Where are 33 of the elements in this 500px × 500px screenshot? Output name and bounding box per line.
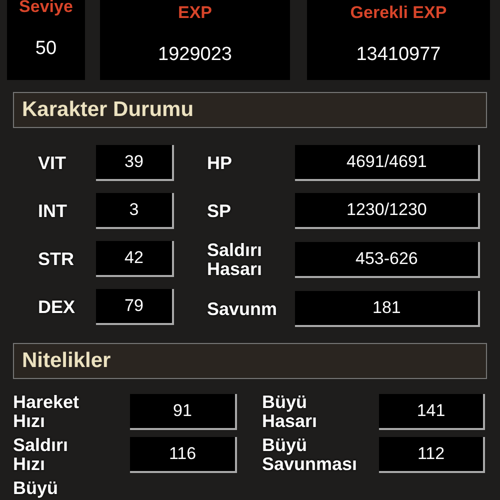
stat-label: DEX bbox=[37, 298, 76, 316]
stat-value: 4691/4691 bbox=[295, 145, 480, 181]
section-title: Karakter Durumu bbox=[22, 97, 194, 124]
attribute-label: Büyü Savunması bbox=[261, 436, 358, 474]
section-title: Nitelikler bbox=[22, 348, 111, 374]
attribute-label: Büyü bbox=[12, 479, 59, 498]
stat-label: INT bbox=[37, 202, 68, 220]
stat-value: 1230/1230 bbox=[295, 193, 480, 229]
stat-value: 39 bbox=[96, 145, 174, 181]
attribute-label: Hareket Hızı bbox=[12, 393, 80, 431]
stat-value: 181 bbox=[295, 291, 480, 327]
stat-value: 453-626 bbox=[295, 242, 480, 278]
attribute-label: Saldırı Hızı bbox=[12, 436, 70, 474]
summary-label: Seviye bbox=[19, 0, 73, 15]
stat-label: Savunm bbox=[206, 300, 278, 318]
stat-label: SP bbox=[206, 202, 232, 220]
summary-label: EXP bbox=[178, 4, 212, 21]
stat-label: VIT bbox=[37, 154, 68, 172]
attribute-value: 112 bbox=[379, 437, 485, 473]
stat-label: STR bbox=[37, 250, 75, 268]
attribute-value: 116 bbox=[130, 437, 237, 473]
stat-value: 3 bbox=[96, 193, 174, 229]
stat-label: Saldırı Hasarı bbox=[206, 241, 264, 279]
summary-value: 50 bbox=[35, 39, 57, 58]
stat-label: HP bbox=[206, 154, 234, 172]
summary-label: Gerekli EXP bbox=[350, 4, 447, 21]
summary-value: 1929023 bbox=[158, 45, 232, 64]
stat-value: 42 bbox=[96, 241, 174, 277]
attribute-value: 91 bbox=[130, 394, 237, 430]
stat-value: 79 bbox=[96, 289, 174, 325]
summary-value: 13410977 bbox=[356, 45, 441, 64]
attribute-value: 141 bbox=[379, 394, 485, 430]
attribute-label: Büyü Hasarı bbox=[261, 393, 318, 431]
